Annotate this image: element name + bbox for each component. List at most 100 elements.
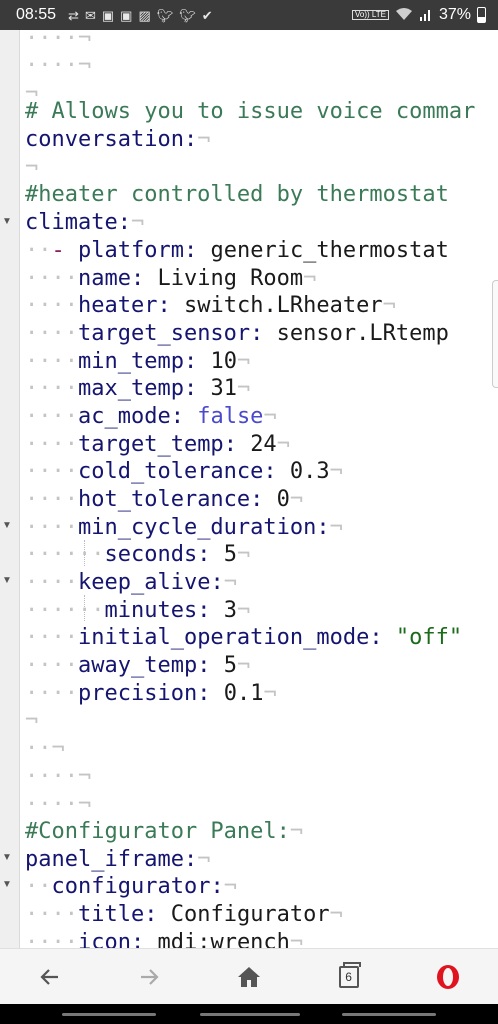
yaml-key: keep_alive (77, 570, 211, 595)
nav-recent-handle[interactable] (62, 1013, 156, 1016)
eol-marker: ¬ (25, 155, 39, 180)
yaml-value: switch.LRheater (183, 293, 383, 318)
yaml-sep: : (197, 598, 224, 623)
code-line: ····target_temp: 24¬ (25, 431, 290, 459)
whitespace-marker: ···· (25, 293, 78, 318)
yaml-key: target_sensor (77, 321, 251, 346)
yaml-sep: : (210, 874, 224, 899)
fold-arrow-icon[interactable]: ▼ (0, 520, 14, 531)
yaml-key: min_temp (77, 349, 184, 374)
home-button[interactable] (225, 953, 273, 1001)
yaml-sep: : (263, 459, 290, 484)
twitter-icon: 🐦︎ (179, 7, 196, 23)
eol-marker: ¬ (51, 736, 65, 761)
yaml-value: 0.1 (223, 681, 264, 706)
yaml-key: hot_tolerance (77, 487, 251, 512)
scrollbar-thumb[interactable] (492, 280, 498, 388)
whitespace-marker: ·· (25, 238, 52, 263)
editor-gutter (0, 30, 20, 948)
code-line: ¬ (25, 707, 38, 735)
whitespace-marker: ·· (25, 736, 52, 761)
yaml-key: title (77, 902, 145, 927)
whitespace-marker: ···· (25, 404, 78, 429)
comment: # Allows you to issue voice commar (25, 99, 476, 124)
eol-marker: ¬ (77, 792, 92, 817)
eol-marker: ¬ (382, 293, 396, 318)
whitespace-marker: ······ (25, 542, 105, 567)
whitespace-marker: ···· (25, 681, 78, 706)
eol-marker: ¬ (223, 570, 237, 595)
code-editor[interactable]: ▼ ▼ ▼ ▼ ▼ ····¬ ····¬ ¬ # Allows you to … (0, 30, 498, 948)
nav-back-handle[interactable] (342, 1013, 436, 1016)
eol-marker: ¬ (236, 598, 251, 623)
code-line: ····target_sensor: sensor.LRtemp (25, 320, 449, 348)
code-line: ····cold_tolerance: 0.3¬ (25, 458, 343, 486)
code-line: ····title: Configurator¬ (25, 901, 343, 929)
list-dash: - (51, 238, 65, 263)
yaml-value: 0 (276, 487, 290, 512)
yaml-sep: : (197, 681, 224, 706)
eol-marker: ¬ (223, 874, 237, 899)
code-line: ····heater: switch.LRheater¬ (25, 292, 396, 320)
twitter-icon: 🐦︎ (156, 7, 174, 23)
opera-menu-button[interactable] (424, 953, 472, 1001)
yaml-key: configurator (51, 874, 211, 899)
clock: 08:55 (16, 6, 57, 23)
whitespace-marker: ···· (25, 30, 78, 51)
code-line: #Configurator Panel:¬ (25, 818, 303, 846)
code-line: ····¬ (25, 763, 91, 791)
yaml-key: seconds (104, 542, 198, 567)
battery-icon (477, 7, 486, 23)
whitespace-marker: ···· (25, 902, 78, 927)
back-arrow-icon (40, 968, 58, 985)
eol-marker: ¬ (263, 681, 277, 706)
eol-marker: ¬ (130, 210, 145, 235)
nav-home-handle[interactable] (200, 1013, 300, 1016)
whitespace-marker: ······ (25, 598, 105, 623)
eol-marker: ¬ (303, 266, 317, 291)
mail-icon: ✉ (84, 7, 96, 23)
code-line: ····icon: mdi:wrench¬ (25, 929, 303, 948)
forward-button[interactable] (125, 953, 173, 1001)
yaml-key: icon (77, 930, 131, 948)
yaml-value: 0.3 (289, 459, 330, 484)
fold-arrow-icon[interactable]: ▼ (0, 216, 14, 227)
eol-marker: ¬ (236, 542, 251, 567)
yaml-key: heater (77, 293, 158, 318)
code-line: ··configurator:¬ (25, 873, 237, 901)
yaml-sep: : (250, 321, 277, 346)
yaml-value: generic_thermostat (210, 238, 449, 263)
back-button[interactable] (26, 953, 74, 1001)
yaml-sep: : (130, 930, 158, 948)
yaml-sep: : (183, 376, 211, 401)
fold-arrow-icon[interactable]: ▼ (0, 852, 14, 863)
opera-logo-icon (437, 964, 460, 989)
whitespace-marker: ···· (25, 459, 78, 484)
whitespace-marker: ···· (25, 515, 78, 540)
eol-marker: ¬ (77, 764, 92, 789)
code-line: ····name: Living Room¬ (25, 265, 316, 293)
yaml-string: "off" (395, 625, 463, 650)
status-bar: 08:55 ⇄ ✉ ▣ ▣ ▨ 🐦︎ 🐦︎ ✔ Vo)) LTE 37% (0, 0, 498, 30)
code-line: ····max_temp: 31¬ (25, 375, 250, 403)
eol-marker: ¬ (289, 487, 304, 512)
status-bar-left: 08:55 ⇄ ✉ ▣ ▣ ▨ 🐦︎ 🐦︎ ✔ (16, 6, 213, 24)
system-nav-bar (0, 1004, 498, 1024)
tabs-button[interactable]: 6 (325, 953, 373, 1001)
yaml-value: mdi:wrench (157, 930, 290, 948)
yaml-key: platform (78, 238, 184, 263)
yaml-key: climate (25, 210, 118, 235)
code-line: ··- platform: generic_thermostat (25, 237, 449, 265)
fold-arrow-icon[interactable]: ▼ (0, 575, 14, 586)
code-line: conversation:¬ (25, 126, 210, 154)
fold-arrow-icon[interactable]: ▼ (0, 879, 14, 890)
whitespace-marker: ···· (25, 432, 78, 457)
code-content[interactable]: ····¬ ····¬ ¬ # Allows you to issue voic… (25, 30, 498, 948)
comment: #Configurator Panel: (25, 819, 290, 844)
code-line: ····ac_mode: false¬ (25, 403, 277, 431)
code-line: ····¬ (25, 791, 91, 819)
whitespace-marker: ···· (25, 266, 78, 291)
code-line: ····min_cycle_duration:¬ (25, 514, 343, 542)
eol-marker: ¬ (329, 902, 343, 927)
yaml-sep: : (130, 266, 158, 291)
